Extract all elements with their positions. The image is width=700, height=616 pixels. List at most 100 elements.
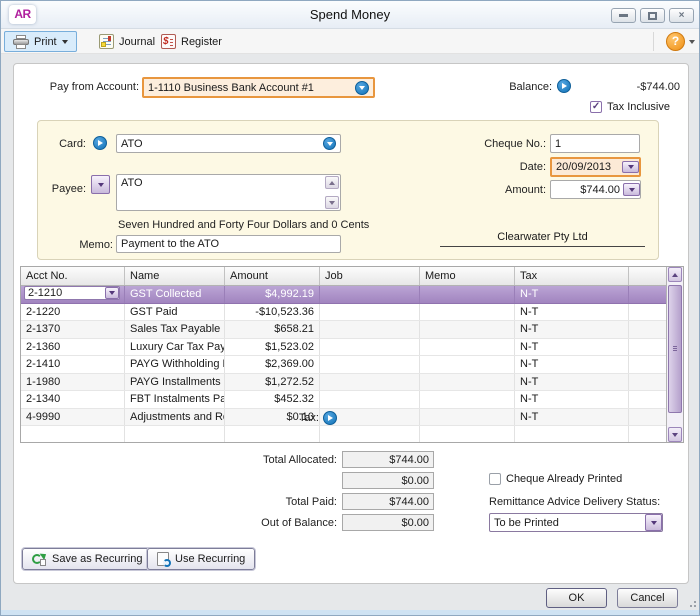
table-row-selected[interactable]: 2-1210 GST Collected $4,992.19 N-T (21, 286, 666, 304)
cell-amount[interactable]: -$10,523.36 (225, 304, 320, 321)
cell-tax[interactable]: N-T (515, 304, 629, 321)
maximize-button[interactable] (640, 8, 665, 23)
cell-amount[interactable]: $4,992.19 (225, 286, 320, 303)
remittance-dropdown-icon[interactable] (645, 514, 662, 531)
date-dropdown-icon[interactable] (622, 161, 639, 173)
table-row-empty[interactable] (21, 426, 666, 443)
scroll-up-icon[interactable] (325, 176, 339, 189)
balance-zoom-arrow-icon[interactable] (557, 79, 571, 93)
table-row[interactable]: 2-1220 GST Paid -$10,523.36 N-T (21, 304, 666, 322)
help-button[interactable]: ? (666, 32, 685, 51)
tax-inclusive-checkbox[interactable]: ✓ (590, 101, 602, 113)
account-dropdown-icon[interactable] (355, 81, 369, 95)
cell-acct[interactable]: 2-1410 (21, 356, 125, 373)
payee-dropdown-button[interactable] (91, 175, 110, 194)
scrollbar-down-icon[interactable] (668, 427, 682, 442)
cell-name[interactable]: FBT Instalments Payable (125, 391, 225, 408)
cell-job[interactable] (320, 304, 420, 321)
cell-memo[interactable] (420, 356, 515, 373)
cell-memo[interactable] (420, 409, 515, 426)
scrollbar-thumb[interactable] (668, 285, 682, 413)
cell-job[interactable] (320, 286, 420, 303)
cell-acct[interactable]: 2-1340 (21, 391, 125, 408)
scroll-down-icon[interactable] (325, 196, 339, 209)
table-row[interactable]: 2-1360 Luxury Car Tax Payable $1,523.02 … (21, 339, 666, 357)
cheque-already-printed-toggle[interactable]: Cheque Already Printed (489, 473, 622, 485)
minimize-button[interactable] (611, 8, 636, 23)
col-job[interactable]: Job (320, 267, 420, 285)
cell-amount[interactable]: $1,272.52 (225, 374, 320, 391)
acct-dropdown-icon[interactable] (105, 287, 119, 299)
cell-memo[interactable] (420, 304, 515, 321)
cell-name[interactable]: GST Paid (125, 304, 225, 321)
cell-tax[interactable]: N-T (515, 339, 629, 356)
cell-tax[interactable]: N-T (515, 374, 629, 391)
cell-tax[interactable]: N-T (515, 321, 629, 338)
col-name[interactable]: Name (125, 267, 225, 285)
payee-textarea[interactable]: ATO (116, 174, 341, 211)
print-button[interactable]: Print (4, 31, 77, 52)
cell-acct[interactable]: 4-9990 (21, 409, 125, 426)
cell-acct[interactable]: 2-1220 (21, 304, 125, 321)
date-input[interactable]: 20/09/2013 (550, 157, 641, 177)
card-zoom-arrow-icon[interactable] (93, 136, 107, 150)
table-row[interactable]: 2-1340 FBT Instalments Payable $452.32 N… (21, 391, 666, 409)
use-recurring-button[interactable]: Use Recurring (147, 548, 255, 570)
table-row[interactable]: 4-9990 Adjustments and Rounding $0.10 N-… (21, 409, 666, 427)
cell-amount[interactable]: $452.32 (225, 391, 320, 408)
cell-acct[interactable]: 2-1360 (21, 339, 125, 356)
cell-memo[interactable] (420, 391, 515, 408)
acct-combobox[interactable]: 2-1210 (24, 286, 120, 300)
table-row[interactable]: 2-1410 PAYG Withholding Payable $2,369.0… (21, 356, 666, 374)
tax-zoom-arrow-icon[interactable] (323, 411, 337, 425)
cell-acct[interactable]: 1-1980 (21, 374, 125, 391)
remittance-select[interactable]: To be Printed (489, 513, 663, 532)
resize-grip[interactable] (689, 600, 696, 607)
cell-memo[interactable] (420, 374, 515, 391)
cell-job[interactable] (320, 374, 420, 391)
cell-name[interactable]: PAYG Withholding Payable (125, 356, 225, 373)
cell-name[interactable]: Luxury Car Tax Payable (125, 339, 225, 356)
card-select[interactable]: ATO (116, 134, 341, 153)
table-scrollbar[interactable] (666, 267, 683, 442)
close-button[interactable]: × (669, 8, 694, 23)
table-row[interactable]: 1-1980 PAYG Installments $1,272.52 N-T (21, 374, 666, 392)
card-dropdown-icon[interactable] (323, 137, 336, 150)
help-dropdown-icon[interactable] (689, 40, 695, 44)
cell-tax[interactable]: N-T (515, 391, 629, 408)
cell-tax[interactable]: N-T (515, 356, 629, 373)
cheque-already-printed-checkbox[interactable] (489, 473, 501, 485)
scrollbar-up-icon[interactable] (668, 267, 682, 282)
cell-job[interactable] (320, 321, 420, 338)
col-memo[interactable]: Memo (420, 267, 515, 285)
cell-memo[interactable] (420, 321, 515, 338)
pay-from-account-select[interactable]: 1-1110 Business Bank Account #1 (142, 77, 375, 98)
cell-amount[interactable]: $1,523.02 (225, 339, 320, 356)
cell-tax[interactable]: N-T (515, 286, 629, 303)
register-button[interactable]: $ Register (153, 31, 230, 52)
cell-name[interactable]: PAYG Installments (125, 374, 225, 391)
cell-job[interactable] (320, 391, 420, 408)
cell-job[interactable] (320, 339, 420, 356)
cell-tax[interactable]: N-T (515, 409, 629, 426)
cell-amount[interactable]: $658.21 (225, 321, 320, 338)
col-tax[interactable]: Tax (515, 267, 629, 285)
cheque-no-input[interactable]: 1 (550, 134, 640, 153)
table-row[interactable]: 2-1370 Sales Tax Payable $658.21 N-T (21, 321, 666, 339)
col-amount[interactable]: Amount (225, 267, 320, 285)
cell-memo[interactable] (420, 339, 515, 356)
col-acct-no[interactable]: Acct No. (21, 267, 125, 285)
cell-memo[interactable] (420, 286, 515, 303)
ok-button[interactable]: OK (546, 588, 607, 608)
tax-inclusive-toggle[interactable]: ✓ Tax Inclusive (590, 101, 670, 113)
cell-acct[interactable]: 2-1370 (21, 321, 125, 338)
cancel-button[interactable]: Cancel (617, 588, 678, 608)
cell-amount[interactable]: $2,369.00 (225, 356, 320, 373)
save-as-recurring-button[interactable]: Save as Recurring (22, 548, 153, 570)
amount-dropdown-icon[interactable] (623, 183, 640, 196)
cell-job[interactable] (320, 356, 420, 373)
amount-input[interactable]: $744.00 (550, 180, 641, 199)
cell-name[interactable]: Sales Tax Payable (125, 321, 225, 338)
memo-input[interactable]: Payment to the ATO (116, 235, 341, 253)
cell-name[interactable]: GST Collected (125, 286, 225, 303)
